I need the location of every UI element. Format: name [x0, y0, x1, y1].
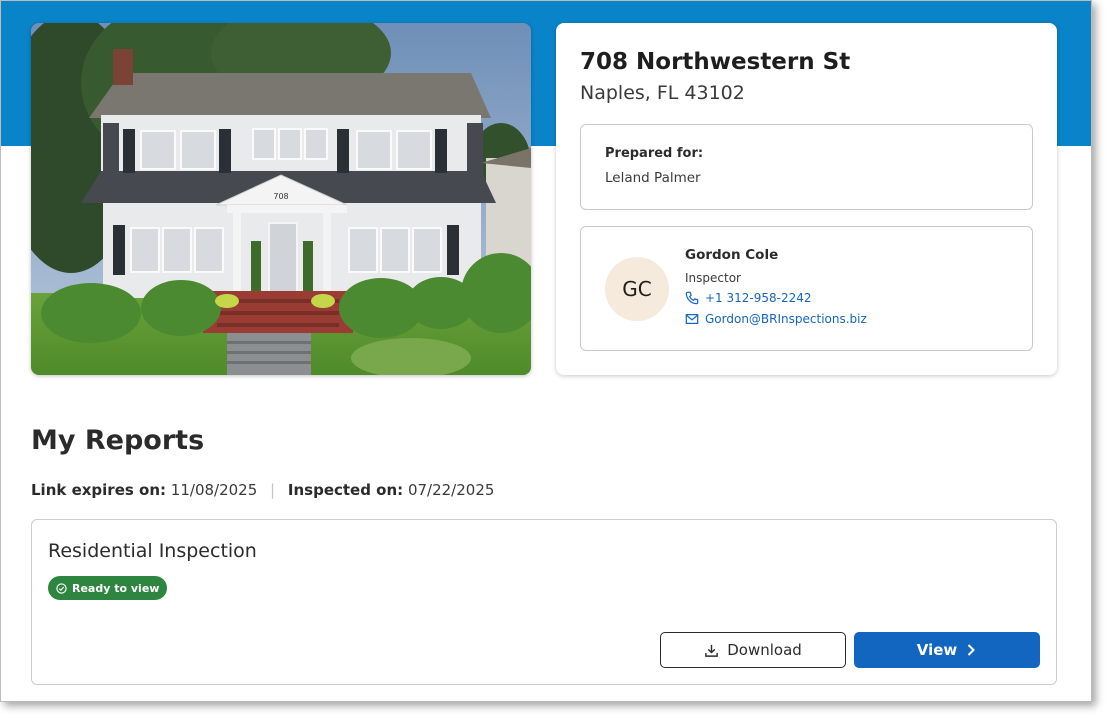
prepared-for-box: Prepared for: Leland Palmer — [580, 124, 1033, 210]
inspector-email: Gordon@BRInspections.biz — [705, 312, 867, 326]
address-line-2: Naples, FL 43102 — [580, 82, 745, 104]
link-expires-label: Link expires on: — [31, 481, 167, 499]
report-title: Residential Inspection — [48, 540, 257, 562]
inspector-role: Inspector — [685, 271, 741, 285]
inspected-on-label: Inspected on: — [287, 481, 404, 499]
link-expires-value: 11/08/2025 — [170, 481, 258, 499]
property-info-card: 708 Northwestern St Naples, FL 43102 Pre… — [556, 23, 1057, 375]
status-badge-label: Ready to view — [72, 581, 160, 595]
report-dates: Link expires on: 11/08/2025 | Inspected … — [31, 481, 494, 499]
download-icon — [705, 644, 719, 657]
inspector-email-link[interactable]: Gordon@BRInspections.biz — [685, 312, 867, 326]
mail-icon — [685, 314, 699, 324]
inspector-phone-link[interactable]: +1 312-958-2242 — [685, 291, 812, 305]
download-button-label: Download — [727, 641, 802, 659]
property-photo: 708 — [31, 23, 531, 375]
svg-text:708: 708 — [273, 192, 288, 201]
app-window: 708 708 Northwestern St Naples, FL 43102… — [0, 0, 1092, 702]
prepared-for-name: Leland Palmer — [605, 170, 701, 186]
report-card: Residential Inspection Ready to view Dow… — [31, 519, 1057, 685]
date-separator: | — [270, 481, 276, 499]
chevron-right-icon — [968, 644, 976, 656]
address-line-1: 708 Northwestern St — [580, 49, 851, 75]
download-button[interactable]: Download — [660, 632, 846, 668]
phone-icon — [685, 291, 699, 305]
check-circle-icon — [56, 582, 67, 594]
inspector-phone: +1 312-958-2242 — [705, 291, 812, 305]
inspector-name: Gordon Cole — [685, 247, 779, 263]
avatar: GC — [605, 257, 669, 321]
view-button-label: View — [916, 641, 958, 659]
status-badge: Ready to view — [48, 576, 168, 600]
section-heading: My Reports — [31, 425, 205, 456]
view-button[interactable]: View — [854, 632, 1040, 668]
inspector-box: GC Gordon Cole Inspector +1 312-958-2242… — [580, 226, 1033, 351]
prepared-for-label: Prepared for: — [605, 146, 704, 161]
inspected-on-value: 07/22/2025 — [407, 481, 495, 499]
